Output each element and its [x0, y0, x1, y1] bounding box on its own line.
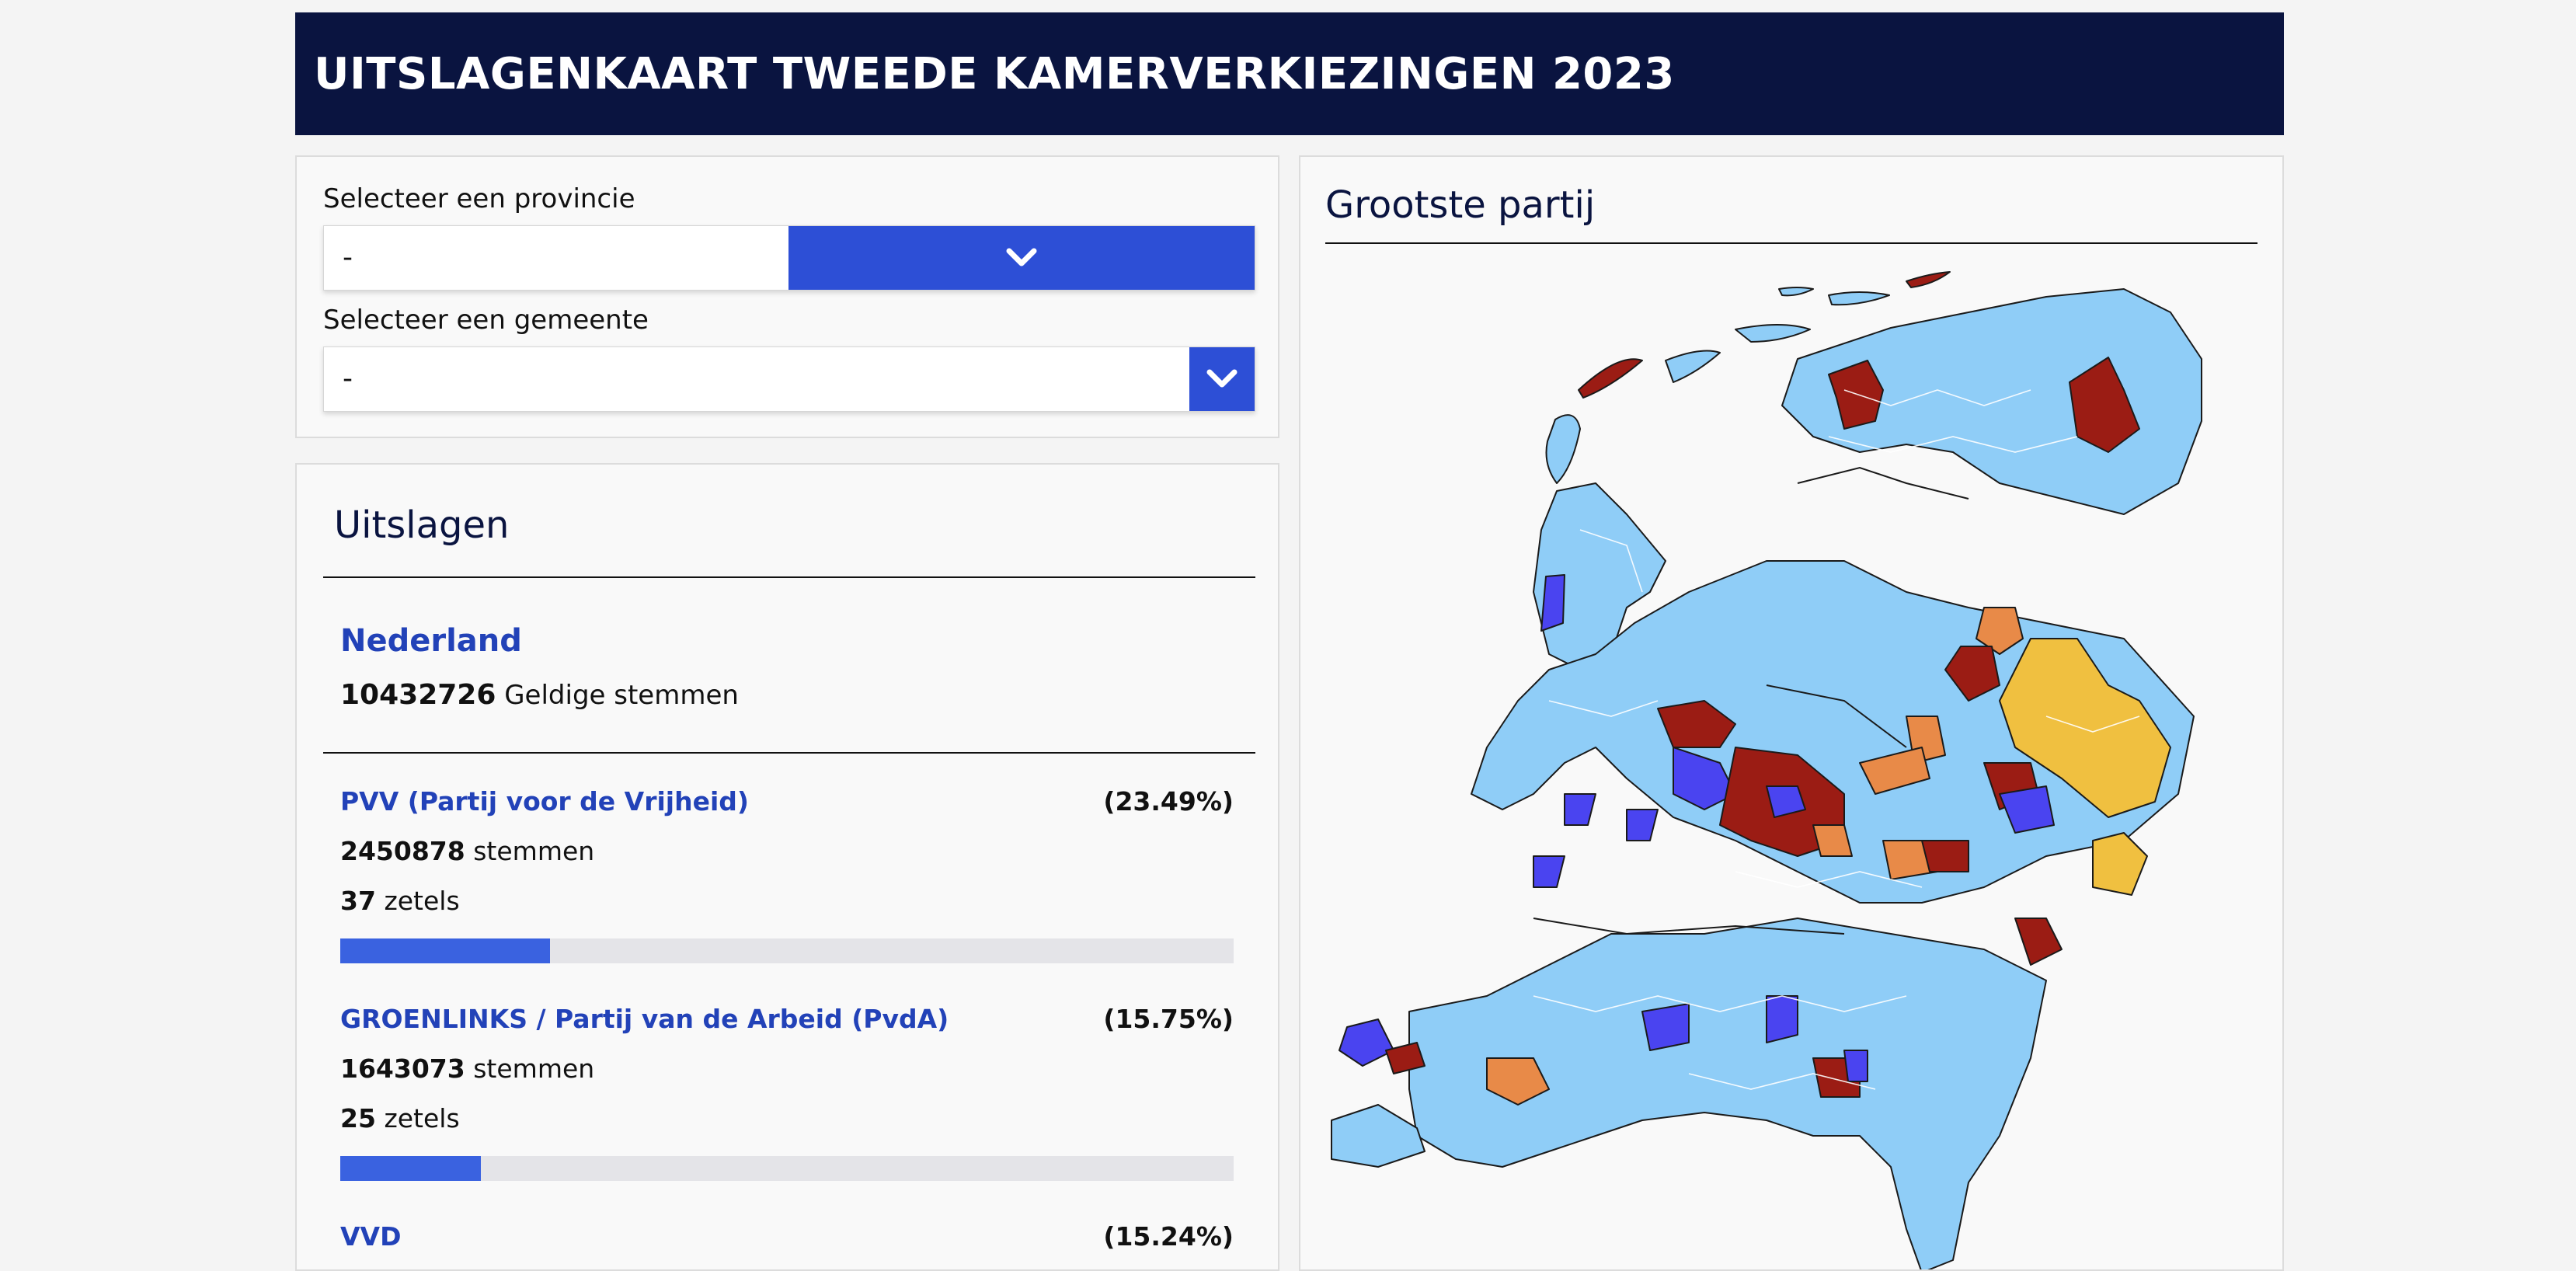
party-share-bar [340, 938, 1234, 963]
municipality-select[interactable]: - [323, 346, 1255, 412]
map-region[interactable] [1533, 855, 1565, 888]
party-seats-count: 37 [340, 886, 376, 916]
party-votes-count: 1643073 [340, 1053, 465, 1084]
region-name: Nederland [340, 623, 522, 659]
map-region[interactable] [1921, 840, 1969, 872]
party-name[interactable]: GROENLINKS / Partij van de Arbeid (PvdA) [340, 1004, 949, 1034]
results-title-divider [323, 576, 1255, 578]
map-region[interactable] [1545, 414, 1581, 484]
map-region[interactable] [1906, 271, 1951, 288]
municipality-select-label: Selecteer een gemeente [323, 305, 649, 336]
chevron-down-icon [1206, 369, 1238, 388]
map-panel: Grootste partij [1299, 155, 2284, 1271]
map-region[interactable] [1665, 350, 1721, 383]
map-province-border [1797, 466, 1969, 500]
party-name[interactable]: PVV (Partij voor de Vrijheid) [340, 786, 749, 817]
valid-votes: 10432726 Geldige stemmen [340, 679, 739, 711]
map-region[interactable] [1828, 291, 1890, 306]
map-region[interactable] [1843, 1050, 1868, 1082]
map-region[interactable] [1626, 809, 1659, 841]
municipality-select-button[interactable] [1189, 347, 1255, 411]
map-region[interactable] [1812, 824, 1853, 857]
party-name[interactable]: VVD [340, 1221, 401, 1252]
valid-votes-count: 10432726 [340, 679, 496, 711]
map-region[interactable] [1641, 1003, 1690, 1051]
municipality-select-value: - [343, 363, 353, 395]
results-panel: Uitslagen Nederland 10432726 Geldige ste… [295, 463, 1279, 1271]
province-select-button[interactable] [788, 226, 1255, 290]
map-region[interactable] [2092, 832, 2148, 896]
party-seats-count: 25 [340, 1103, 376, 1133]
map-region[interactable] [2014, 918, 2063, 966]
page-header: UITSLAGENKAART TWEEDE KAMERVERKIEZINGEN … [295, 12, 2284, 135]
party-share-fill [340, 1156, 482, 1181]
map-region[interactable] [1578, 358, 1643, 399]
chevron-down-icon [1006, 248, 1037, 266]
party-votes: 1643073 stemmen [340, 1053, 594, 1084]
province-select-value: - [343, 242, 353, 273]
party-seats-unit: zetels [384, 886, 460, 916]
map-region[interactable] [1735, 324, 1811, 343]
map-region[interactable] [1338, 1019, 1394, 1067]
party-votes-unit: stemmen [473, 836, 595, 866]
province-select-label: Selecteer een provincie [323, 183, 635, 214]
region-divider [323, 752, 1255, 754]
party-share-bar [340, 1156, 1234, 1181]
party-seats: 25 zetels [340, 1103, 460, 1133]
map-region[interactable] [1331, 1104, 1426, 1168]
map-region[interactable] [1778, 287, 1814, 297]
selector-panel: Selecteer een provincie - Selecteer een … [295, 155, 1279, 438]
results-title: Uitslagen [334, 503, 510, 547]
valid-votes-label: Geldige stemmen [504, 680, 739, 711]
party-percentage: (23.49%) [1103, 786, 1234, 817]
map-region[interactable] [1766, 995, 1798, 1043]
netherlands-map[interactable] [1300, 157, 2284, 1271]
party-votes-count: 2450878 [340, 836, 465, 866]
party-seats-unit: zetels [384, 1103, 460, 1133]
map-region[interactable] [1564, 793, 1596, 826]
map-region[interactable] [1540, 574, 1565, 632]
province-select[interactable]: - [323, 225, 1255, 291]
party-votes: 2450878 stemmen [340, 836, 594, 866]
party-percentage: (15.24%) [1103, 1221, 1234, 1252]
party-seats: 37 zetels [340, 886, 460, 916]
party-share-fill [340, 938, 551, 963]
party-votes-unit: stemmen [473, 1053, 595, 1084]
party-percentage: (15.75%) [1103, 1004, 1234, 1034]
page-title: UITSLAGENKAART TWEEDE KAMERVERKIEZINGEN … [314, 48, 1675, 99]
